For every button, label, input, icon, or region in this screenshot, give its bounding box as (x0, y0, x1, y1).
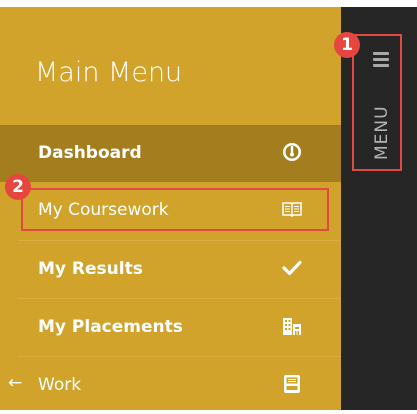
back-arrow-icon: ← (8, 373, 23, 393)
inbox-tray-icon (284, 375, 300, 393)
annotation-box-coursework (21, 188, 329, 231)
annotation-box-menu (352, 34, 402, 171)
annotation-badge-1: 1 (334, 32, 360, 58)
checkmark-icon (282, 260, 302, 276)
menu-item-label: My Results (38, 259, 143, 279)
menu-item-my-placements[interactable]: My Placements (0, 299, 341, 356)
menu-item-work[interactable]: ← Work (0, 357, 341, 414)
menu-item-my-results[interactable]: My Results (0, 241, 341, 298)
buildings-icon (283, 318, 301, 335)
menu-item-label: My Placements (38, 317, 183, 337)
annotation-badge-2: 2 (5, 174, 31, 200)
menu-item-label: Dashboard (38, 143, 142, 163)
menu-item-label: Work (38, 375, 82, 395)
gauge-icon (283, 143, 301, 161)
menu-item-dashboard[interactable]: Dashboard (0, 125, 341, 182)
menu-title: Main Menu (35, 57, 183, 88)
